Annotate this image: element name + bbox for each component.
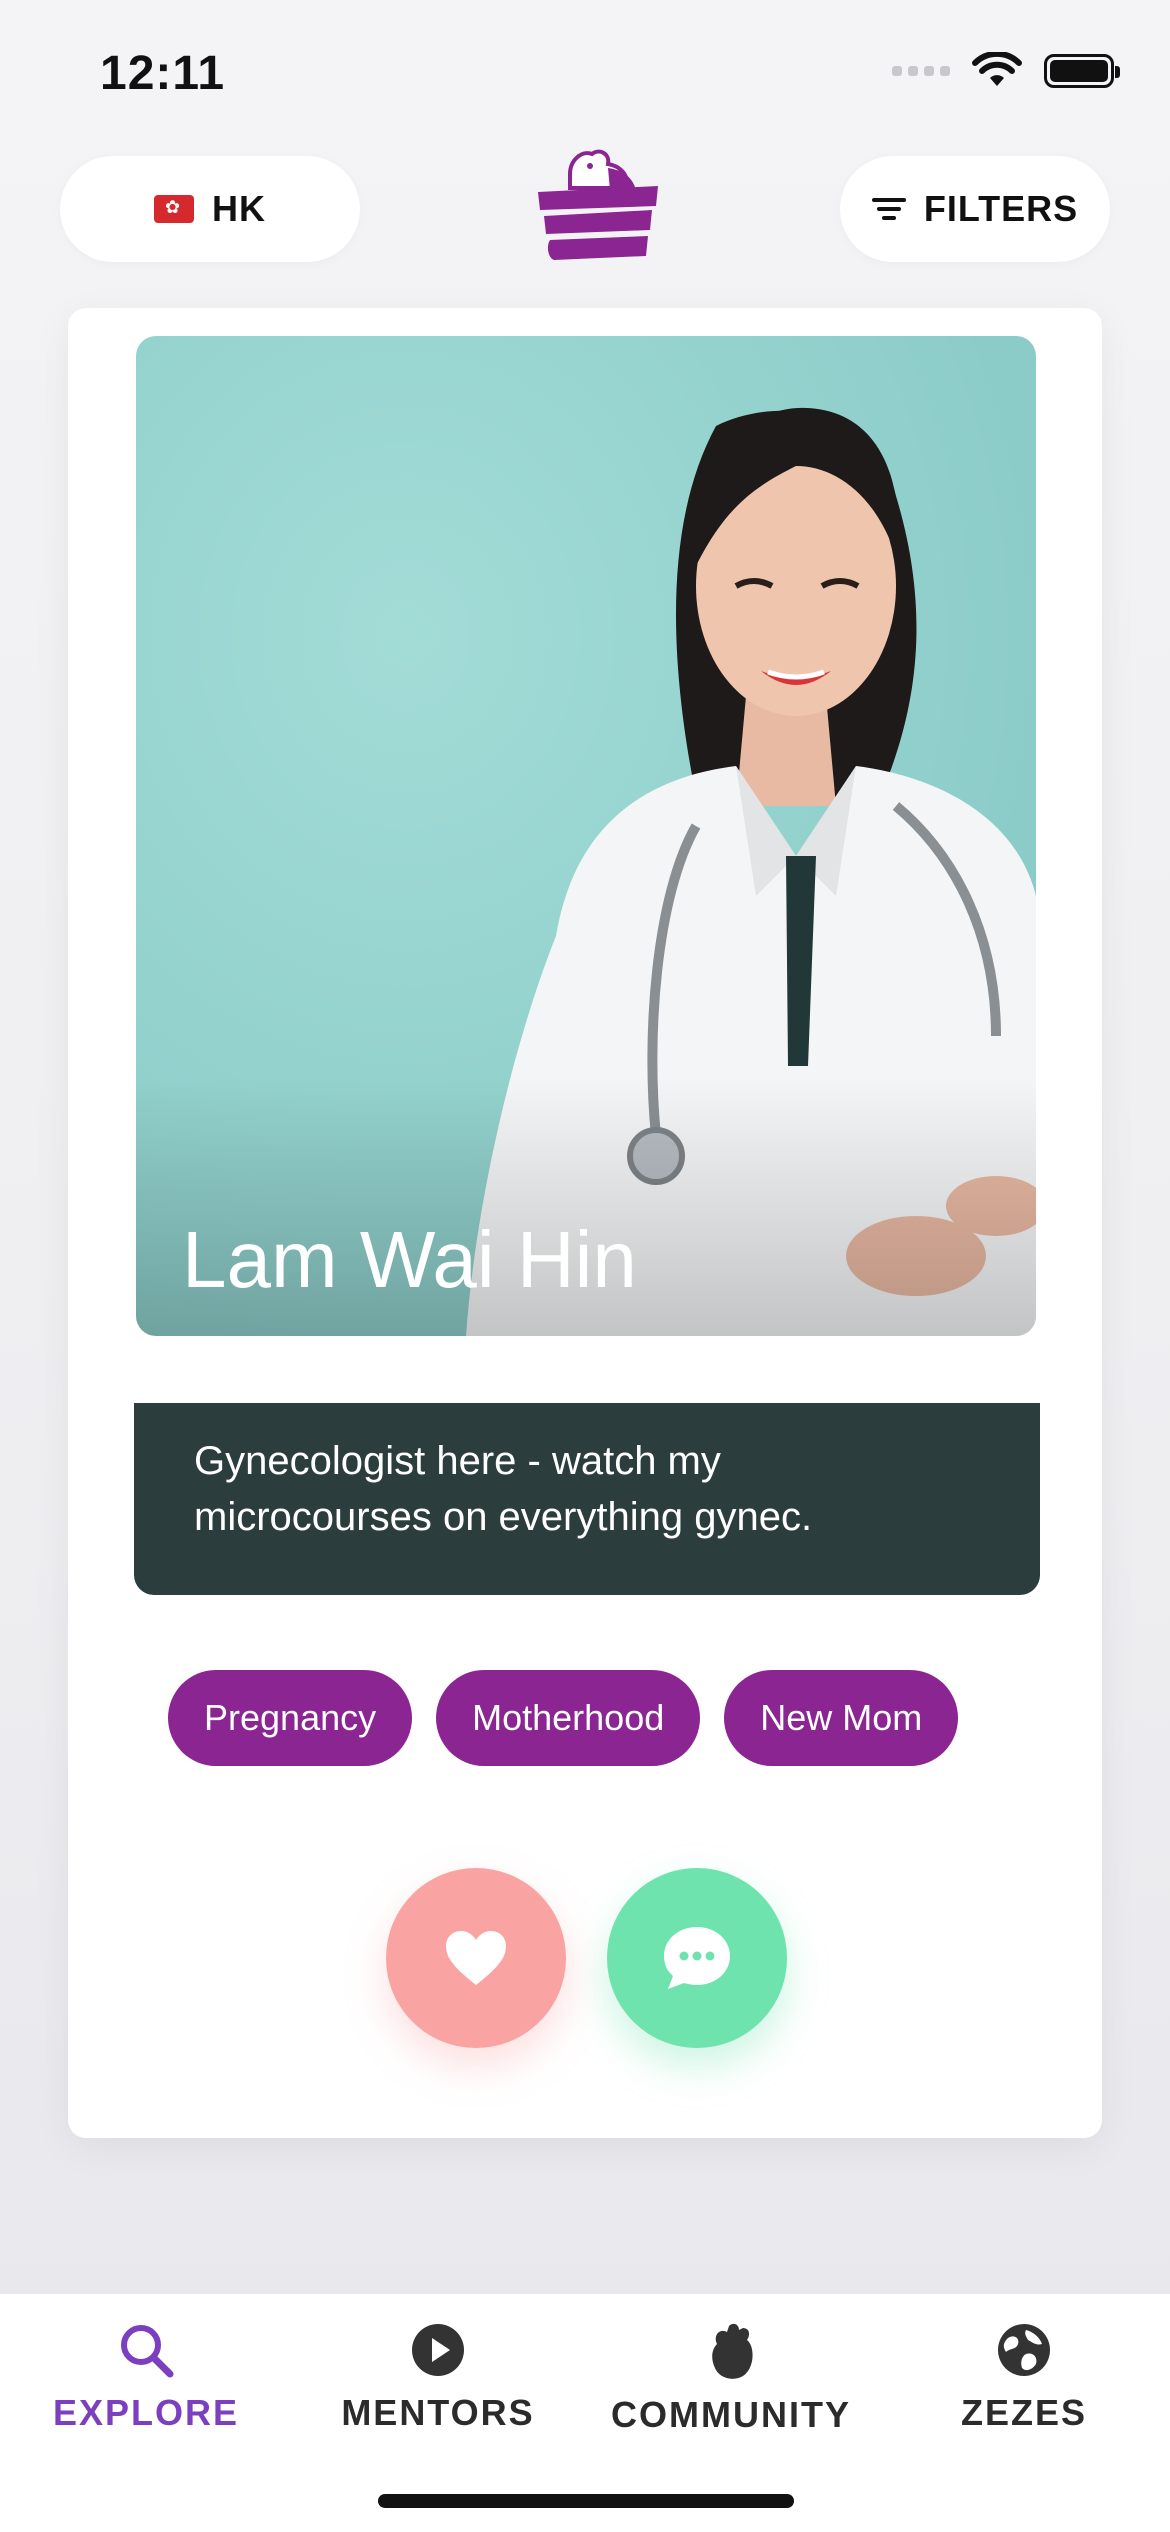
chat-bubble-icon <box>664 1927 730 1989</box>
interest-tags: Pregnancy Motherhood New Mom <box>168 1670 959 1766</box>
tag-motherhood[interactable]: Motherhood <box>436 1670 701 1766</box>
profile-card[interactable]: Lam Wai Hin Gynecologist here - watch my… <box>68 308 1102 2138</box>
profile-bio: Gynecologist here - watch my microcourse… <box>134 1403 1040 1595</box>
filters-button[interactable]: FILTERS <box>840 156 1110 262</box>
globe-icon <box>998 2324 1050 2376</box>
tab-label: MENTORS <box>341 2392 535 2433</box>
country-selector-button[interactable]: HK <box>60 156 360 262</box>
heart-icon <box>446 1931 506 1985</box>
tab-label: EXPLORE <box>52 2392 240 2433</box>
tab-explore[interactable]: EXPLORE <box>52 2322 240 2434</box>
message-button[interactable] <box>607 1868 787 2048</box>
app-logo <box>538 149 658 260</box>
home-indicator <box>378 2494 794 2508</box>
profile-photo[interactable]: Lam Wai Hin <box>136 336 1036 1336</box>
wifi-icon <box>972 52 1022 86</box>
tab-mentors[interactable]: MENTORS <box>340 2322 536 2434</box>
filters-label: FILTERS <box>923 188 1079 229</box>
tab-zezes[interactable]: ZEZES <box>944 2322 1104 2434</box>
bio-line: Gynecologist here - watch my <box>194 1439 721 1483</box>
tag-new-mom[interactable]: New Mom <box>724 1670 959 1766</box>
like-button[interactable] <box>386 1868 566 2048</box>
filter-icon <box>871 198 906 220</box>
profile-name: Lam Wai Hin <box>182 1215 637 1304</box>
search-icon <box>121 2325 174 2378</box>
tag-pregnancy[interactable]: Pregnancy <box>168 1670 413 1766</box>
hong-kong-flag-icon <box>154 195 194 223</box>
play-icon <box>412 2324 464 2376</box>
fist-icon <box>712 2323 753 2379</box>
tab-community[interactable]: COMMUNITY <box>606 2322 856 2436</box>
status-icons <box>892 52 1120 90</box>
country-label: HK <box>212 188 266 229</box>
tab-label: ZEZES <box>960 2392 1087 2433</box>
status-time: 12:11 <box>100 47 226 100</box>
tab-label: COMMUNITY <box>611 2394 851 2435</box>
cellular-signal-icon <box>892 66 950 76</box>
battery-icon <box>1044 54 1120 88</box>
bio-line: microcourses on everything gynec. <box>194 1495 813 1539</box>
